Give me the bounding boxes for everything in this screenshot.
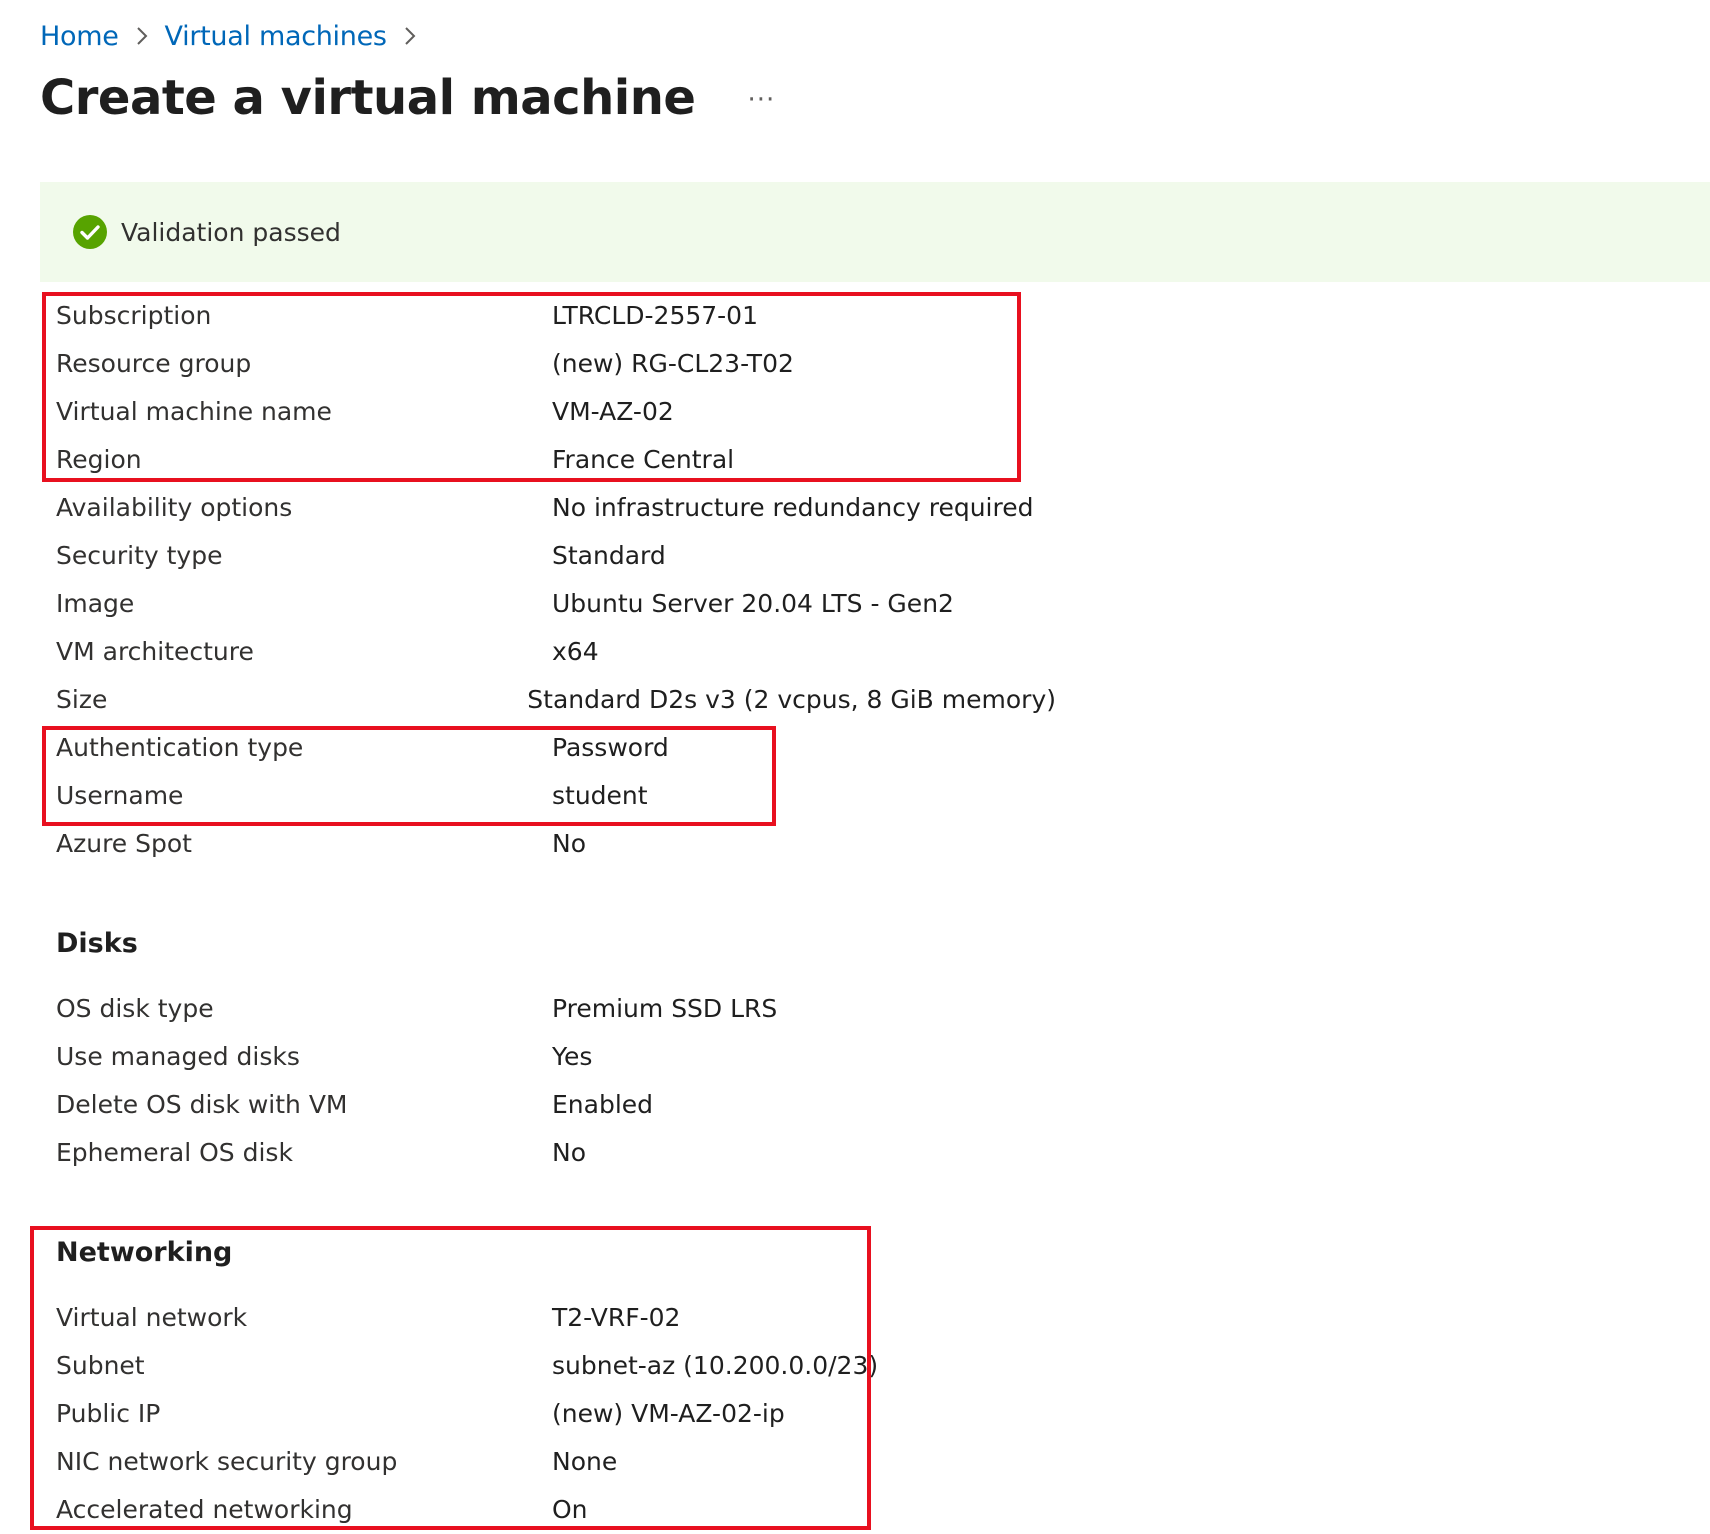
row-value: No infrastructure redundancy required	[552, 492, 1034, 522]
row-label: Delete OS disk with VM	[56, 1089, 348, 1119]
row-label: Image	[56, 588, 135, 618]
create-vm-review-page: Home Virtual machines Create a virtual m…	[0, 0, 1710, 1534]
row-label: OS disk type	[56, 993, 214, 1023]
row-label: Ephemeral OS disk	[56, 1137, 293, 1167]
summary-row-managed-disks: Use managed disks Yes	[56, 1032, 1056, 1080]
highlight-box-authentication	[42, 726, 776, 826]
check-circle-icon	[73, 215, 107, 249]
highlight-box-networking	[30, 1226, 871, 1530]
breadcrumb-virtual-machines-link[interactable]: Virtual machines	[165, 21, 387, 52]
summary-row-azure-spot: Azure Spot No	[56, 819, 1056, 867]
summary-row-vm-architecture: VM architecture x64	[56, 627, 1056, 675]
row-label: Azure Spot	[56, 828, 192, 858]
row-label: Availability options	[56, 492, 293, 522]
row-value: Ubuntu Server 20.04 LTS - Gen2	[552, 588, 954, 618]
chevron-right-icon	[135, 25, 149, 47]
summary-row-security-type: Security type Standard	[56, 531, 1056, 579]
summary-row-ephemeral-os-disk: Ephemeral OS disk No	[56, 1128, 1056, 1176]
row-value: Standard	[552, 540, 666, 570]
row-value: Standard D2s v3 (2 vcpus, 8 GiB memory)	[527, 684, 1056, 714]
summary-row-delete-os-disk: Delete OS disk with VM Enabled	[56, 1080, 1056, 1128]
disks-section-heading: Disks	[56, 928, 138, 959]
breadcrumb: Home Virtual machines	[40, 14, 433, 58]
highlight-box-basics	[42, 292, 1021, 482]
summary-row-os-disk-type: OS disk type Premium SSD LRS	[56, 984, 1056, 1032]
validation-status-text: Validation passed	[121, 217, 341, 247]
row-label: Security type	[56, 540, 223, 570]
row-value: Yes	[552, 1041, 593, 1071]
validation-banner: Validation passed	[40, 182, 1710, 282]
summary-row-availability-options: Availability options No infrastructure r…	[56, 483, 1056, 531]
row-label: VM architecture	[56, 636, 254, 666]
page-title: Create a virtual machine	[40, 70, 696, 126]
breadcrumb-home-link[interactable]: Home	[40, 21, 119, 52]
row-value: Enabled	[552, 1089, 654, 1119]
summary-row-image: Image Ubuntu Server 20.04 LTS - Gen2	[56, 579, 1056, 627]
row-label: Size	[56, 684, 108, 714]
row-value: x64	[552, 636, 599, 666]
chevron-right-icon	[403, 25, 417, 47]
more-options-button[interactable]: ···	[747, 85, 775, 115]
row-value: Premium SSD LRS	[552, 993, 778, 1023]
title-row: Create a virtual machine ···	[40, 70, 775, 126]
row-label: Use managed disks	[56, 1041, 300, 1071]
summary-row-size: Size Standard D2s v3 (2 vcpus, 8 GiB mem…	[56, 675, 1056, 723]
row-value: No	[552, 828, 586, 858]
row-value: No	[552, 1137, 586, 1167]
